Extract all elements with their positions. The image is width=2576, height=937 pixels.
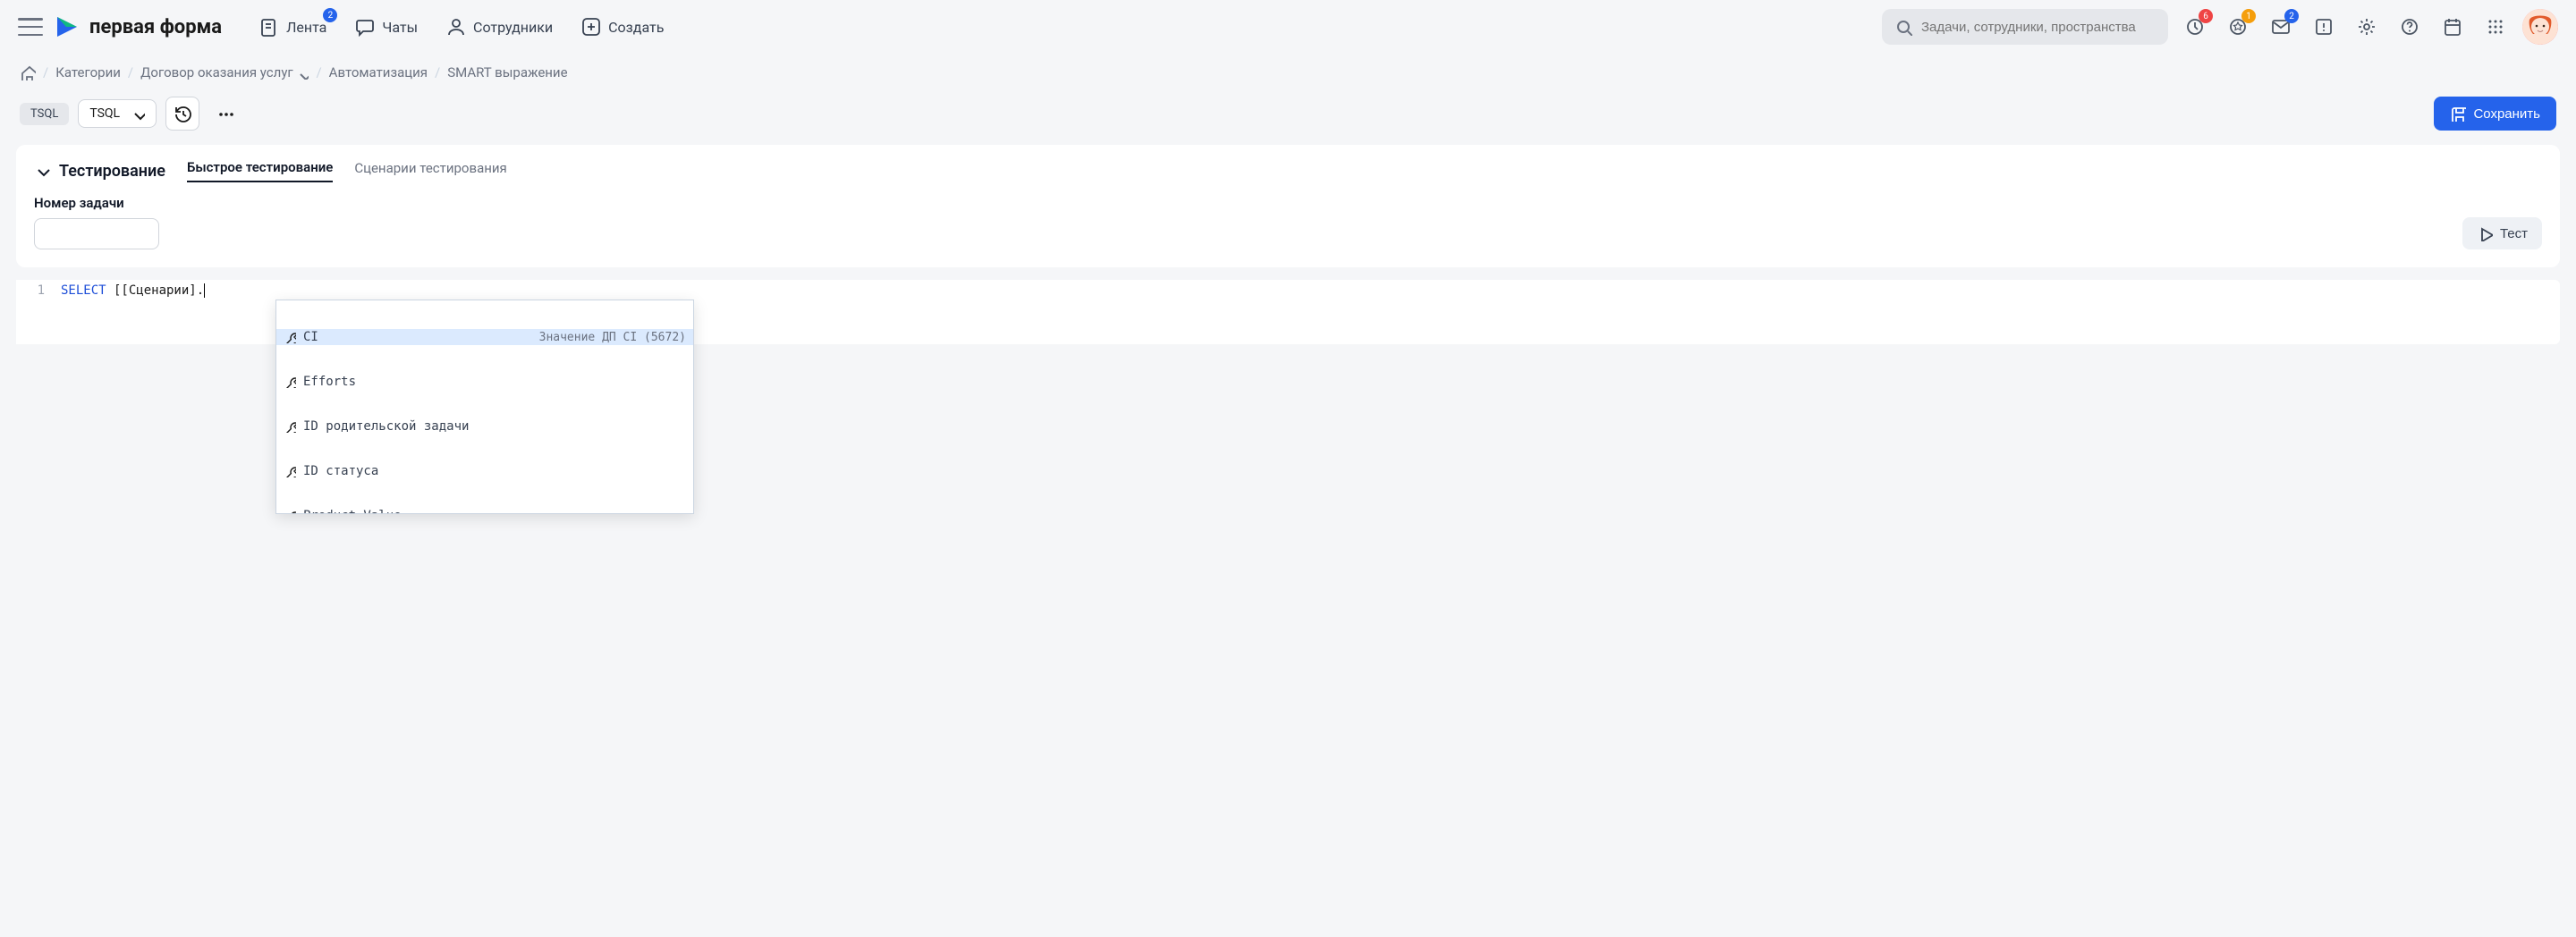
chevron-down-icon [296,67,309,80]
save-button[interactable]: Сохранить [2434,97,2556,131]
help-button[interactable] [2394,11,2426,43]
user-icon [446,17,466,37]
history-button[interactable] [165,97,199,131]
logo-icon [54,13,80,40]
crumb-automation[interactable]: Автоматизация [329,64,428,80]
recent-button[interactable]: 6 [2179,11,2211,43]
autocomplete-popup[interactable]: CI Значение ДП CI (5672) Efforts ID роди… [275,300,694,514]
test-button[interactable]: Тест [2462,217,2542,249]
feed-icon [259,17,279,37]
global-search[interactable] [1882,9,2168,45]
nav-feed-label: Лента [286,19,326,36]
feed-badge: 2 [323,8,337,22]
inbox-button[interactable]: 2 [2265,11,2297,43]
wrench-icon [284,376,296,388]
tab-scenarios[interactable]: Сценарии тестирования [354,160,506,181]
nav-create[interactable]: Создать [572,12,673,42]
logo[interactable]: первая форма [54,13,222,40]
language-select-value: TSQL [89,106,120,121]
breadcrumb: / Категории / Договор оказания услуг / А… [0,54,2576,91]
inbox-badge: 2 [2284,9,2299,23]
nav-create-label: Создать [608,19,664,36]
nav-chats[interactable]: Чаты [346,12,427,42]
line-number: 1 [16,280,61,344]
code-line[interactable]: SELECT [[Сценарии]. CI Значение ДП CI (5… [61,280,2560,344]
alerts-button[interactable] [2308,11,2340,43]
dots-icon [216,105,234,122]
crumb-current: SMART выражение [447,64,567,80]
save-label: Сохранить [2473,106,2540,122]
wrench-icon [284,465,296,477]
tab-quick-testing[interactable]: Быстрое тестирование [187,159,333,182]
help-icon [2400,17,2419,37]
nav-employees-label: Сотрудники [473,19,553,36]
test-label: Тест [2500,226,2528,241]
nav-chats-label: Чаты [382,19,418,36]
chevron-down-icon [131,106,145,121]
apps-button[interactable] [2479,11,2512,43]
alert-icon [2314,17,2334,37]
calendar-icon [2443,17,2462,37]
menu-toggle[interactable] [18,18,43,36]
user-avatar[interactable] [2522,9,2558,45]
chat-icon [355,17,375,37]
task-number-label: Номер задачи [34,195,159,211]
task-number-input[interactable] [34,218,159,249]
language-select[interactable]: TSQL [78,99,157,128]
search-icon [1894,18,1912,36]
settings-icon [2357,17,2377,37]
autocomplete-item[interactable]: ID статуса [276,463,693,479]
chevron-down-icon [34,163,50,179]
crumb-contract[interactable]: Договор оказания услуг [140,64,309,80]
wrench-icon [284,331,296,343]
favorites-button[interactable]: 1 [2222,11,2254,43]
history-icon [174,105,191,122]
more-button[interactable] [208,97,242,131]
top-bar: первая форма Лента 2 Чаты Сотрудники Соз… [0,0,2576,54]
search-input[interactable] [1921,20,2156,35]
avatar-image [2522,9,2558,45]
cursor [204,283,205,298]
code-editor[interactable]: 1 SELECT [[Сценарии]. CI Значение ДП CI … [16,280,2560,344]
testing-panel: Тестирование Быстрое тестирование Сценар… [16,145,2560,267]
language-chip: TSQL [20,103,69,125]
autocomplete-item[interactable]: Product Value [276,508,693,514]
grid-icon [2486,17,2505,37]
autocomplete-item[interactable]: CI Значение ДП CI (5672) [276,329,693,345]
nav-employees[interactable]: Сотрудники [437,12,562,42]
editor-toolbar: TSQL TSQL Сохранить [0,91,2576,145]
play-icon [2477,225,2493,241]
nav-feed[interactable]: Лента 2 [250,12,335,42]
recent-badge: 6 [2199,9,2213,23]
logo-text: первая форма [89,16,222,38]
testing-toggle[interactable]: Тестирование [34,162,165,181]
home-icon[interactable] [20,64,36,80]
calendar-button[interactable] [2436,11,2469,43]
save-icon [2450,106,2466,122]
favorites-badge: 1 [2241,9,2256,23]
autocomplete-item[interactable]: Efforts [276,374,693,390]
wrench-icon [284,420,296,433]
wrench-icon [284,510,296,514]
crumb-categories[interactable]: Категории [55,64,121,80]
testing-title: Тестирование [59,162,165,181]
plus-icon [581,17,601,37]
autocomplete-item[interactable]: ID родительской задачи [276,418,693,435]
settings-button[interactable] [2351,11,2383,43]
